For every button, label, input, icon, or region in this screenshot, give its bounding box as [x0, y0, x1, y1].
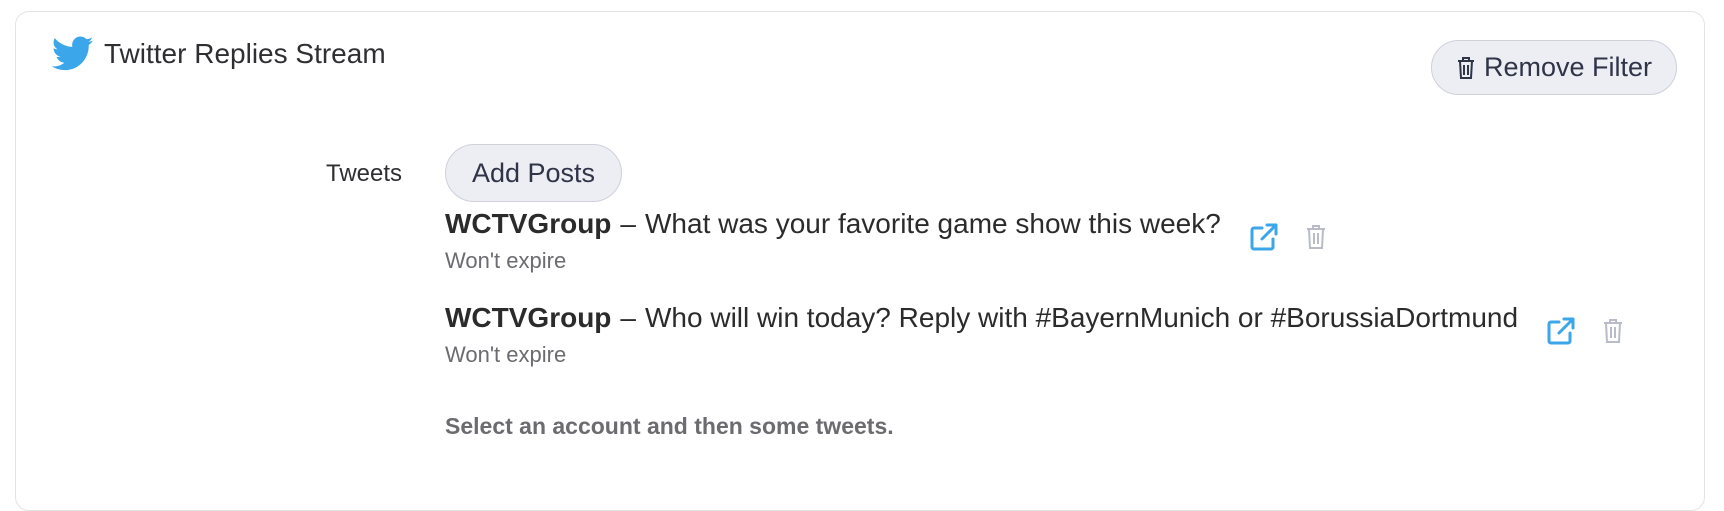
tweet-account: WCTVGroup	[445, 302, 612, 333]
add-posts-button[interactable]: Add Posts	[445, 144, 622, 202]
tweet-actions	[1546, 316, 1624, 346]
tweet-expiry: Won't expire	[445, 248, 567, 273]
tweet-separator: –	[620, 208, 636, 239]
tweet-separator: –	[620, 302, 636, 333]
tweets-label: Tweets	[326, 160, 403, 187]
tweet-body: WCTVGroup – Who will win today? Reply with…	[445, 302, 1518, 368]
remove-filter-button[interactable]: Remove Filter	[1431, 40, 1677, 95]
external-link-icon[interactable]	[1546, 316, 1576, 346]
tweet-body: WCTVGroup – What was your favorite game sh…	[445, 208, 1221, 274]
filter-header: Twitter Replies Stream	[51, 36, 386, 72]
tweet-item: WCTVGroup – Who will win today? Reply with…	[445, 302, 1624, 368]
tweet-expiry: Won't expire	[445, 342, 567, 367]
delete-tweet-icon[interactable]	[1305, 224, 1327, 250]
tweet-text-line: WCTVGroup – Who will win today? Reply with…	[445, 302, 1518, 334]
tweet-text: Who will win today? Reply with #BayernMu…	[645, 302, 1519, 333]
tweet-actions	[1249, 222, 1327, 252]
filter-title: Twitter Replies Stream	[104, 38, 386, 69]
tweet-text: What was your favorite game show this we…	[645, 208, 1221, 239]
selection-hint: Select an account and then some tweets.	[445, 413, 894, 439]
trash-icon	[1456, 56, 1476, 80]
twitter-bird-icon	[51, 36, 94, 72]
tweet-item: WCTVGroup – What was your favorite game sh…	[445, 208, 1327, 274]
external-link-icon[interactable]	[1249, 222, 1279, 252]
delete-tweet-icon[interactable]	[1602, 318, 1624, 344]
remove-filter-label: Remove Filter	[1483, 52, 1653, 82]
tweet-account: WCTVGroup	[445, 208, 612, 239]
tweet-text-line: WCTVGroup – What was your favorite game sh…	[445, 208, 1221, 240]
